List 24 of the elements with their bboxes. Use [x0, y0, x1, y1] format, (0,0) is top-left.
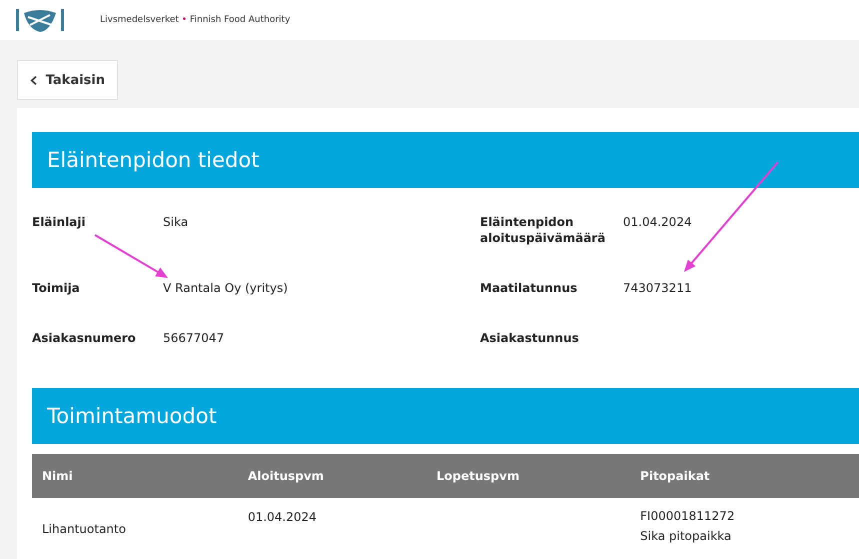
- logo-text: Livsmedelsverket • Finnish Food Authority: [100, 15, 290, 25]
- back-button[interactable]: Takaisin: [17, 60, 118, 100]
- field-label: Eläintenpidon aloituspäivämäärä: [480, 214, 606, 247]
- field-value: 01.04.2024: [623, 215, 692, 229]
- column-header: Pitopaikat: [630, 454, 859, 498]
- field-value: 743073211: [623, 281, 692, 295]
- field-value: Sika: [163, 215, 188, 229]
- table-cell: 01.04.2024: [248, 510, 317, 524]
- field-label: Asiakasnumero: [32, 330, 137, 347]
- table-cell: Sika pitopaikka: [640, 529, 732, 543]
- field-label: Eläinlaji: [32, 214, 87, 231]
- field-label: Maatilatunnus: [480, 280, 578, 297]
- field-value: 56677047: [163, 331, 224, 345]
- section-header: Eläintenpidon tiedot: [32, 132, 859, 188]
- column-header: Lopetuspvm: [426, 454, 630, 498]
- table-cell: FI00001811272: [640, 509, 735, 523]
- table-cell: Lihantuotanto: [42, 522, 126, 536]
- column-header: Nimi: [32, 454, 238, 498]
- column-header: Aloituspvm: [238, 454, 426, 498]
- section-header: Toimintamuodot: [32, 388, 859, 444]
- chevron-left-icon: [30, 74, 38, 86]
- field-label: Asiakastunnus: [480, 330, 580, 347]
- field-value: V Rantala Oy (yritys): [163, 281, 288, 295]
- field-label: Toimija: [32, 280, 81, 297]
